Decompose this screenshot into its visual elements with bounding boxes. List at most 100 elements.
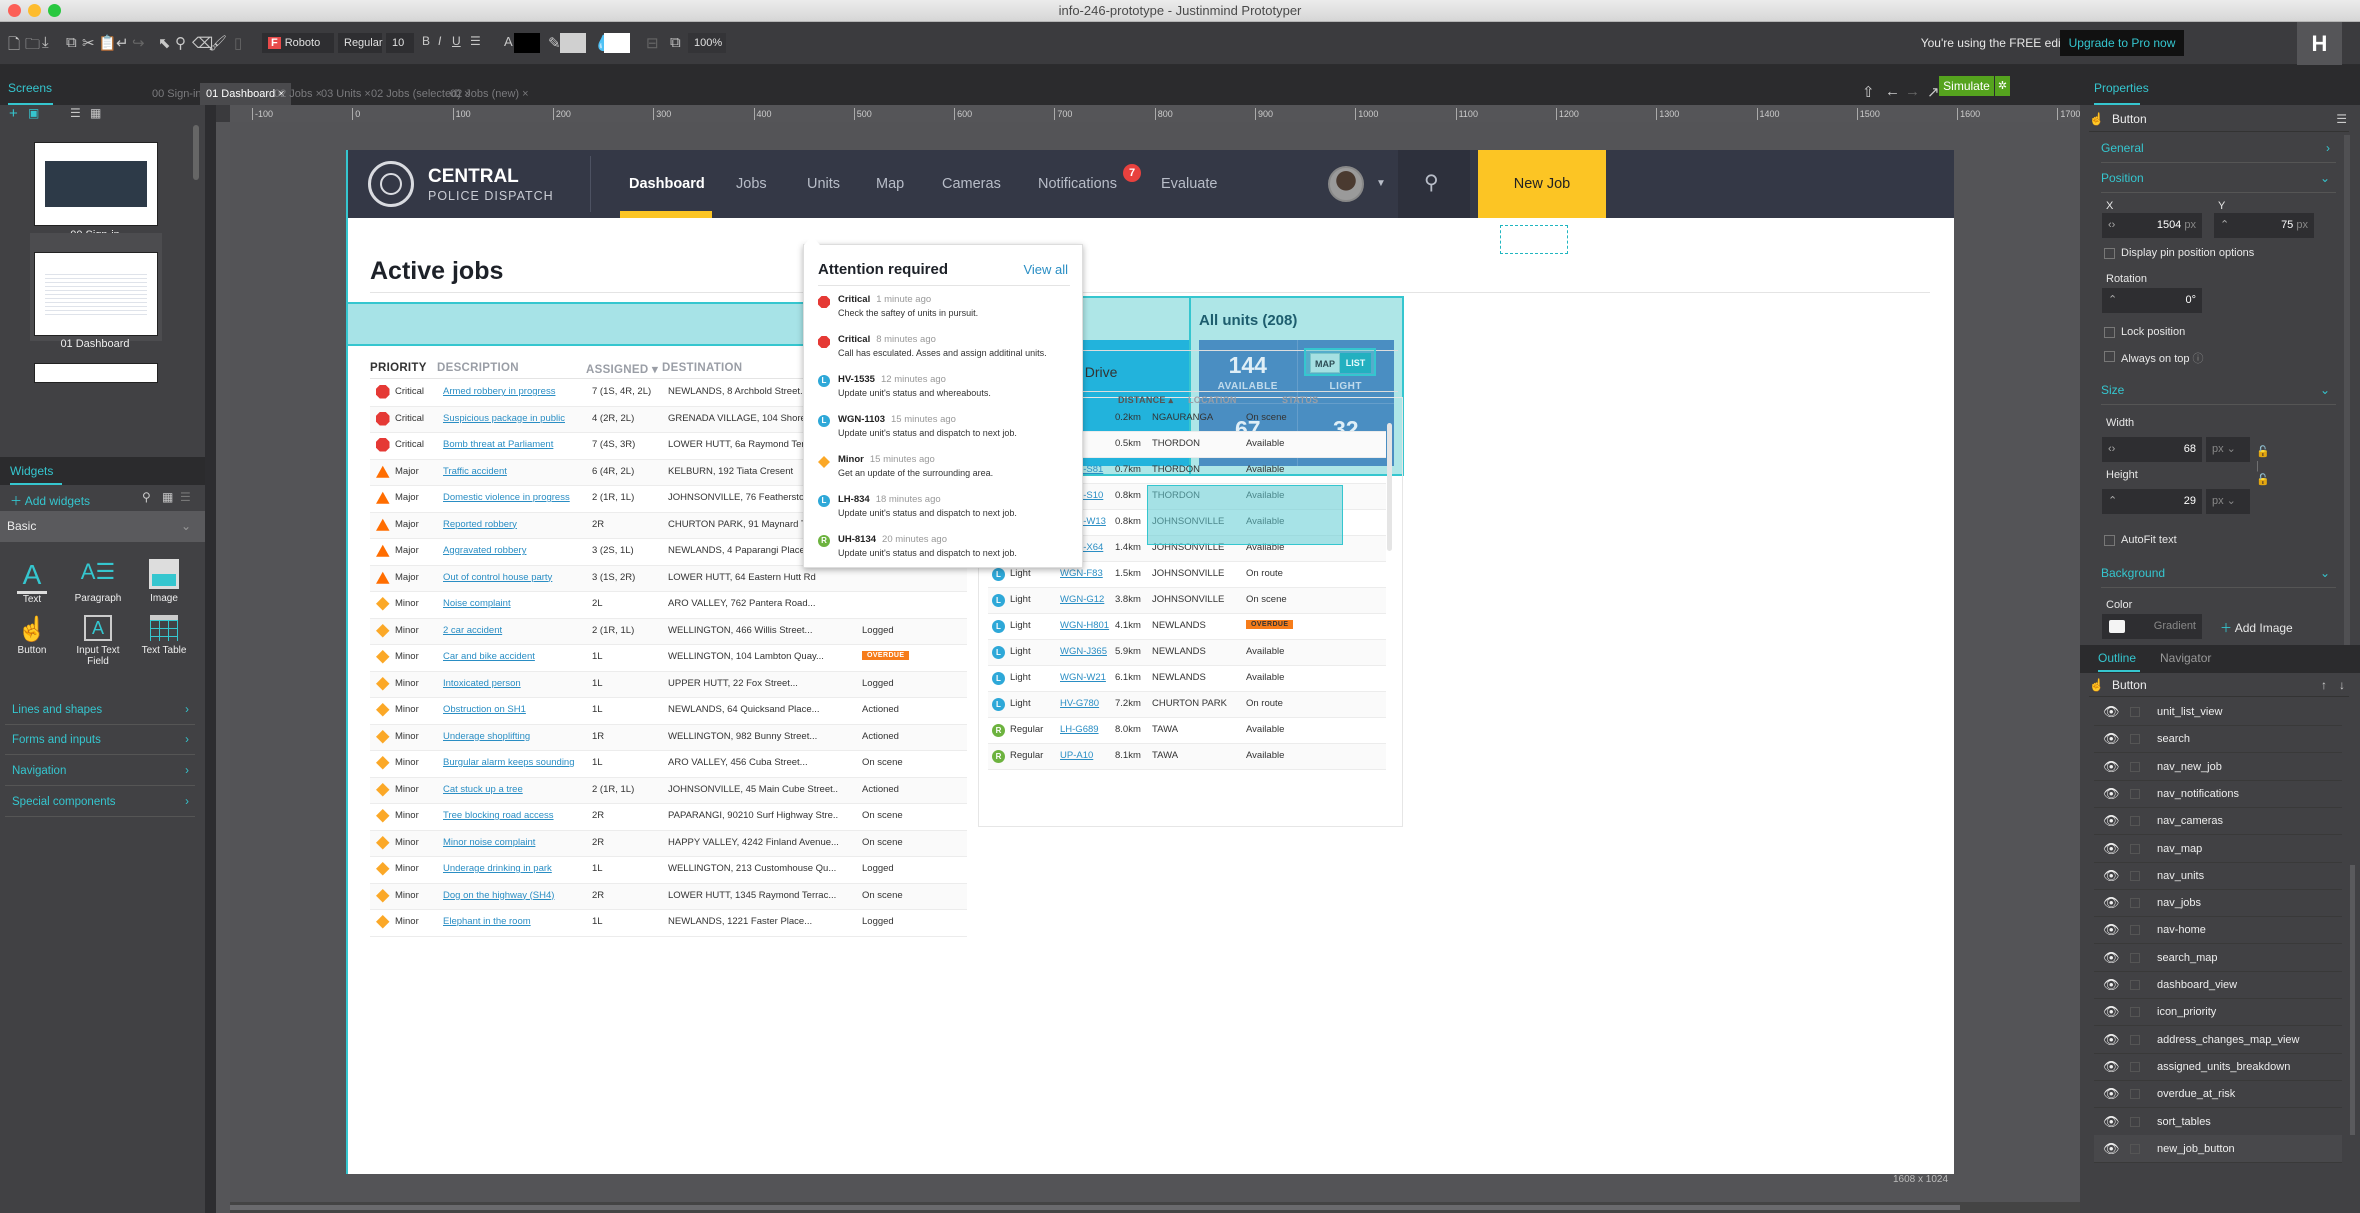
lock-checkbox[interactable] xyxy=(2130,788,2140,799)
lock-checkbox[interactable] xyxy=(2130,734,2140,745)
job-description-link[interactable]: Tree blocking road access xyxy=(443,810,554,821)
job-description-link[interactable]: Suspicious package in public xyxy=(443,413,565,424)
col-assigned[interactable]: ASSIGNED ▾ xyxy=(586,362,658,376)
pin-options-checkbox[interactable] xyxy=(2104,248,2115,259)
open-folder-icon[interactable]: 🗀 xyxy=(25,34,40,59)
cut-icon[interactable]: ✂ xyxy=(82,34,95,52)
forward-icon[interactable]: → xyxy=(1905,83,1920,100)
nav-evaluate[interactable]: Evaluate xyxy=(1161,176,1217,192)
zoom-select[interactable]: 100% xyxy=(688,33,726,53)
new-job-button[interactable]: New Job xyxy=(1478,150,1606,218)
table-row[interactable]: Minor Cat stuck up a tree 2 (1R, 1L) JOHNSO… xyxy=(370,777,967,804)
paste-icon[interactable]: 📋 xyxy=(98,34,117,52)
lock-position-checkbox[interactable] xyxy=(2104,327,2115,338)
outline-item[interactable]: 👁 nav_units xyxy=(2094,862,2342,890)
visibility-eye-icon[interactable]: 👁 xyxy=(2103,998,2120,1026)
visibility-eye-icon[interactable]: 👁 xyxy=(2103,1053,2120,1081)
job-description-link[interactable]: Elephant in the room xyxy=(443,916,531,927)
underline-button[interactable]: U xyxy=(452,34,461,48)
job-description-link[interactable]: Noise complaint xyxy=(443,598,511,609)
lock-checkbox[interactable] xyxy=(2130,1007,2140,1018)
table-row[interactable]: Minor Intoxicated person 1L UPPER HUTT, 22 … xyxy=(370,671,967,698)
list-view-icon[interactable]: ☰ xyxy=(180,490,191,504)
fill-color-swatch[interactable] xyxy=(604,33,630,53)
job-description-link[interactable]: Burgular alarm keeps sounding xyxy=(443,757,575,768)
table-row[interactable]: Minor 2 car accident 2 (1R, 1L) WELLINGTON,… xyxy=(370,618,967,645)
height-input[interactable]: ⌃ 29 xyxy=(2102,489,2202,514)
outline-item[interactable]: 👁 nav_jobs xyxy=(2094,889,2342,918)
table-row[interactable]: Minor Tree blocking road access 2R PAPARANG… xyxy=(370,804,967,831)
outline-item[interactable]: 👁 new_job_button xyxy=(2094,1134,2342,1163)
outline-item[interactable]: 👁 overdue_at_risk xyxy=(2094,1080,2342,1109)
outline-item[interactable]: 👁 nav_new_job xyxy=(2094,753,2342,781)
rotation-input[interactable]: ⌃ 0° xyxy=(2102,288,2202,313)
job-description-link[interactable]: 2 car accident xyxy=(443,625,502,636)
back-icon[interactable]: ← xyxy=(1885,83,1900,100)
col-status[interactable]: STATUS xyxy=(1282,395,1318,405)
tab-navigator[interactable]: Navigator xyxy=(2160,651,2211,665)
lock-checkbox[interactable] xyxy=(2130,1116,2140,1127)
screens-scrollbar[interactable] xyxy=(193,125,199,180)
visibility-eye-icon[interactable]: 👁 xyxy=(2103,780,2120,808)
avatar-chevron-down-icon[interactable]: ▼ xyxy=(1376,178,1386,189)
category-lines-and-shapes[interactable]: Lines and shapes › xyxy=(5,695,195,725)
lock-checkbox[interactable] xyxy=(2130,925,2140,936)
outline-item[interactable]: 👁 dashboard_view xyxy=(2094,971,2342,999)
visibility-eye-icon[interactable]: 👁 xyxy=(2103,725,2120,753)
simulate-settings-icon[interactable]: ✲ xyxy=(1995,76,2010,96)
job-description-link[interactable]: Bomb threat at Parliament xyxy=(443,439,553,450)
lock-checkbox[interactable] xyxy=(2130,898,2140,909)
visibility-eye-icon[interactable]: 👁 xyxy=(2103,944,2120,972)
simulate-button[interactable]: Simulate xyxy=(1939,76,1994,96)
grid-view-icon[interactable]: ▦ xyxy=(162,490,173,504)
bold-button[interactable]: B xyxy=(422,34,430,48)
table-widget[interactable]: Text Table xyxy=(134,615,194,656)
view-all-link[interactable]: View all xyxy=(1023,262,1068,277)
text-color-swatch[interactable] xyxy=(514,33,540,53)
lock-checkbox[interactable] xyxy=(2130,980,2140,990)
undo-icon[interactable]: ↵ xyxy=(116,34,129,52)
add-widgets-button[interactable]: ＋ Add widgets xyxy=(10,492,90,509)
italic-button[interactable]: I xyxy=(438,34,441,48)
job-description-link[interactable]: Domestic violence in progress xyxy=(443,492,570,503)
lock-checkbox[interactable] xyxy=(2130,1143,2140,1154)
image-widget[interactable]: Image xyxy=(134,559,194,604)
new-file-icon[interactable]: 🗋 xyxy=(8,34,20,59)
align-objects-icon[interactable]: ⊟ xyxy=(646,34,659,52)
visibility-eye-icon[interactable]: 👁 xyxy=(2103,1026,2120,1054)
job-description-link[interactable]: Out of control house party xyxy=(443,572,552,583)
x-input[interactable]: ‹› 1504 px xyxy=(2102,213,2202,238)
expand-icon[interactable]: ↗ xyxy=(1927,83,1940,101)
notification-item[interactable]: Critical 8 minutes ago Call has esculated.… xyxy=(818,334,1073,375)
font-family-select[interactable]: F Roboto xyxy=(262,33,334,53)
job-description-link[interactable]: Cat stuck up a tree xyxy=(443,784,523,795)
lock-checkbox[interactable] xyxy=(2130,1061,2140,1072)
properties-menu-icon[interactable]: ☰ xyxy=(2336,107,2347,132)
copy-icon[interactable]: ⧉ xyxy=(66,34,77,51)
table-row[interactable]: Minor Elephant in the room 1L NEWLANDS, 122… xyxy=(370,910,967,937)
notification-item[interactable]: Minor 15 minutes ago Get an update of the … xyxy=(818,454,1073,495)
button-widget[interactable]: ☝ Button xyxy=(2,615,62,656)
job-description-link[interactable]: Car and bike accident xyxy=(443,651,535,662)
properties-scrollbar[interactable] xyxy=(2344,135,2350,665)
nav-jobs[interactable]: Jobs xyxy=(736,176,767,192)
lock-checkbox[interactable] xyxy=(2130,843,2140,854)
lock-checkbox[interactable] xyxy=(2130,870,2140,881)
nav-cameras[interactable]: Cameras xyxy=(942,176,1001,192)
unit-row[interactable]: L Light WGN-J365 5.9km NEWLANDS Available xyxy=(988,640,1386,666)
job-description-link[interactable]: Traffic accident xyxy=(443,466,507,477)
table-row[interactable]: Minor Underage drinking in park 1L WELLINGT… xyxy=(370,857,967,884)
outline-item[interactable]: 👁 search xyxy=(2094,725,2342,754)
nav-notifications[interactable]: Notifications xyxy=(1038,176,1117,192)
outline-item[interactable]: 👁 address_changes_map_view xyxy=(2094,1026,2342,1054)
font-weight-select[interactable]: Regular xyxy=(338,33,383,53)
visibility-eye-icon[interactable]: 👁 xyxy=(2103,889,2120,917)
device-icon[interactable]: ▯ xyxy=(234,34,242,52)
width-input[interactable]: ‹› 68 xyxy=(2102,437,2202,462)
search-widgets-icon[interactable]: ⚲ xyxy=(142,490,151,504)
job-description-link[interactable]: Dog on the highway (SH4) xyxy=(443,890,554,901)
always-on-top-checkbox[interactable] xyxy=(2104,351,2115,362)
section-general[interactable]: General › xyxy=(2101,133,2336,163)
outline-scrollbar[interactable] xyxy=(2350,865,2355,1135)
arrange-icon[interactable]: ⧉ xyxy=(670,34,681,51)
